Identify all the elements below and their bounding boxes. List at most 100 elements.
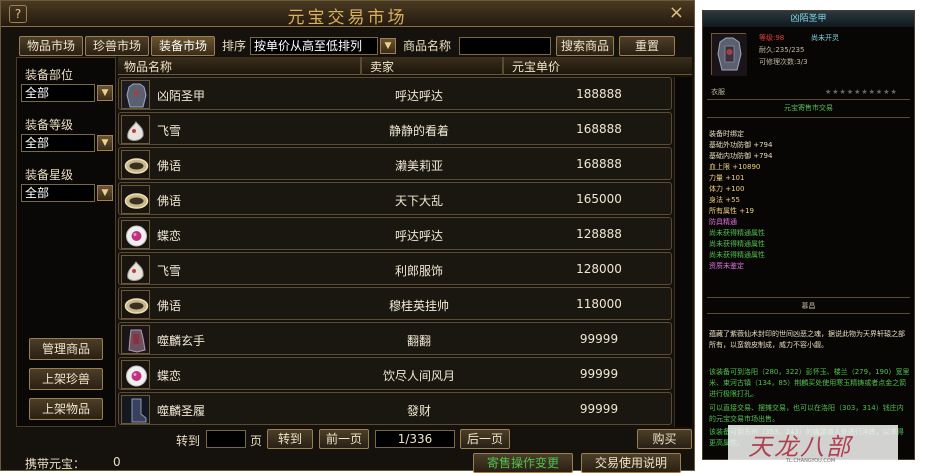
consign-change-button[interactable]: 寄售操作变更: [473, 453, 573, 473]
tooltip-attribute: 体力 +100: [709, 185, 745, 193]
tooltip-attribute: 尚未获得精通属性: [709, 240, 765, 248]
filter-sidebar: 装备部位 全部 ▼ 装备等级 全部 ▼ 装备星级 全部 ▼ 管理商品 上架珍兽 …: [16, 57, 116, 427]
carried-gold-label: 携带元宝：: [25, 457, 86, 471]
page-unit-label: 页: [250, 434, 263, 448]
next-page-button[interactable]: 后一页: [460, 429, 510, 449]
list-item-button[interactable]: 上架物品: [29, 398, 103, 420]
boots-icon: [121, 395, 150, 424]
tooltip-attribute: 基础外功防御 +794: [709, 141, 773, 149]
star-select[interactable]: 全部: [21, 184, 95, 202]
row-item-name: 蝶恋: [157, 229, 182, 243]
row-seller: 濑美莉亚: [394, 159, 443, 173]
column-divider: [502, 57, 504, 75]
tooltip-title: 凶陌圣甲: [703, 11, 914, 27]
tooltip-attribute: 防具精通: [709, 218, 737, 226]
table-row[interactable]: 飞雪 利郎服饰 128000: [118, 252, 672, 285]
market-window: ? 元宝交易市场 × 物品市场 珍兽市场 装备市场 排序 按单价从高至低排列 ▼…: [0, 0, 695, 473]
table-row[interactable]: 噬麟圣履 發财 99999: [118, 392, 672, 425]
level-select[interactable]: 全部: [21, 134, 95, 152]
tooltip-bind: 装备时绑定: [709, 130, 744, 138]
row-price: 99999: [579, 402, 619, 416]
star-filter-label: 装备星级: [25, 168, 74, 182]
sort-label: 排序: [222, 39, 247, 53]
page-number-input[interactable]: [206, 430, 246, 448]
brand-url: TL.CHANGYOU.COM: [786, 458, 836, 464]
row-price: 99999: [579, 332, 619, 346]
title-bar: ? 元宝交易市场 ×: [1, 1, 694, 28]
tooltip-level: 等级:98: [759, 34, 785, 42]
table-row[interactable]: 佛语 濑美莉亚 168888: [118, 147, 672, 180]
divider: [707, 313, 910, 314]
scrollbar[interactable]: [674, 77, 692, 427]
slot-filter-label: 装备部位: [25, 68, 74, 82]
column-divider: [360, 57, 362, 75]
chevron-down-icon[interactable]: ▼: [97, 185, 113, 201]
table-row[interactable]: 凶陌圣甲 呼达呼达 188888: [118, 77, 672, 110]
table-row[interactable]: 飞雪 静静的看着 168888: [118, 112, 672, 145]
divider: [707, 117, 910, 118]
tab-item-market[interactable]: 物品市场: [19, 36, 83, 56]
search-button[interactable]: 搜索商品: [556, 36, 614, 56]
tooltip-attribute: 血上限 +10890: [709, 163, 761, 171]
buy-button[interactable]: 购买: [637, 429, 692, 449]
gem-ring-icon: [121, 220, 150, 249]
armor-icon: [121, 80, 150, 109]
reset-button[interactable]: 重置: [619, 36, 675, 56]
row-price: 99999: [579, 367, 619, 381]
trade-help-button[interactable]: 交易使用说明: [581, 453, 681, 473]
chevron-down-icon[interactable]: ▼: [97, 135, 113, 151]
close-button[interactable]: ×: [669, 3, 684, 23]
row-item-name: 蝶恋: [157, 369, 182, 383]
tab-pet-market[interactable]: 珍兽市场: [85, 36, 149, 56]
list-pet-button[interactable]: 上架珍兽: [29, 368, 103, 390]
window-title: 元宝交易市场: [287, 8, 408, 28]
bracelet-icon: [121, 290, 150, 319]
table-row[interactable]: 噬麟玄手 翻翻 99999: [118, 322, 672, 355]
chevron-down-icon[interactable]: ▼: [380, 38, 396, 54]
divider: [707, 297, 910, 298]
row-seller: 發财: [406, 404, 431, 418]
table-row[interactable]: 蝶恋 呼达呼达 128888: [118, 217, 672, 250]
row-seller: 饮尽人间风月: [382, 369, 455, 383]
column-header-price[interactable]: 元宝单价: [512, 58, 560, 75]
tooltip-desc-trade: 可以直接交易、摆摊交易，也可以在洛阳（303，314）钱庄内的元宝交易市场出售。: [709, 404, 904, 423]
sort-select[interactable]: 按单价从高至低排列: [250, 37, 378, 55]
goto-label: 转到: [176, 434, 201, 448]
row-price: 188888: [576, 87, 622, 101]
carried-gold-value: 0: [113, 455, 121, 469]
scroll-icon: [121, 255, 150, 284]
column-header-seller[interactable]: 卖家: [370, 58, 394, 75]
brand-watermark: 天龙八部 TL.CHANGYOU.COM: [728, 425, 898, 469]
table-header: 物品名称 卖家 元宝单价: [118, 57, 692, 75]
tooltip-attribute: 尚未获得精通属性: [709, 229, 765, 237]
row-price: 118000: [576, 297, 622, 311]
row-price: 128000: [576, 262, 622, 276]
slot-select[interactable]: 全部: [21, 84, 95, 102]
tooltip-repair: 可修理次数:3/3: [759, 58, 808, 66]
tooltip-attribute: 基础内功防御 +794: [709, 152, 773, 160]
row-seller: 呼达呼达: [394, 89, 443, 103]
prev-page-button[interactable]: 前一页: [319, 429, 369, 449]
row-item-name: 噬麟玄手: [157, 334, 206, 348]
row-item-name: 飞雪: [157, 124, 182, 138]
chevron-down-icon[interactable]: ▼: [97, 85, 113, 101]
row-price: 165000: [576, 192, 622, 206]
manage-goods-button[interactable]: 管理商品: [29, 338, 103, 360]
tooltip-attribute: 力量 +101: [709, 174, 745, 182]
tooltip-market-note: 元宝寄售市交易: [784, 104, 833, 112]
row-item-name: 佛语: [157, 299, 182, 313]
row-seller: 利郎服饰: [394, 264, 443, 278]
tab-equipment-market[interactable]: 装备市场: [151, 36, 215, 56]
tooltip-section-title: 慕昌: [801, 302, 816, 310]
gauntlet-icon: [121, 325, 150, 354]
bracelet-icon: [121, 150, 150, 179]
tooltip-slot: 衣服: [711, 88, 725, 96]
row-price: 168888: [576, 122, 622, 136]
goto-button[interactable]: 转到: [267, 429, 313, 449]
table-row[interactable]: 佛语 天下大乱 165000: [118, 182, 672, 215]
table-row[interactable]: 蝶恋 饮尽人间风月 99999: [118, 357, 672, 390]
search-input[interactable]: [459, 37, 551, 55]
column-header-name[interactable]: 物品名称: [124, 58, 172, 75]
table-row[interactable]: 佛语 穆桂英挂帅 118000: [118, 287, 672, 320]
row-price: 168888: [576, 157, 622, 171]
